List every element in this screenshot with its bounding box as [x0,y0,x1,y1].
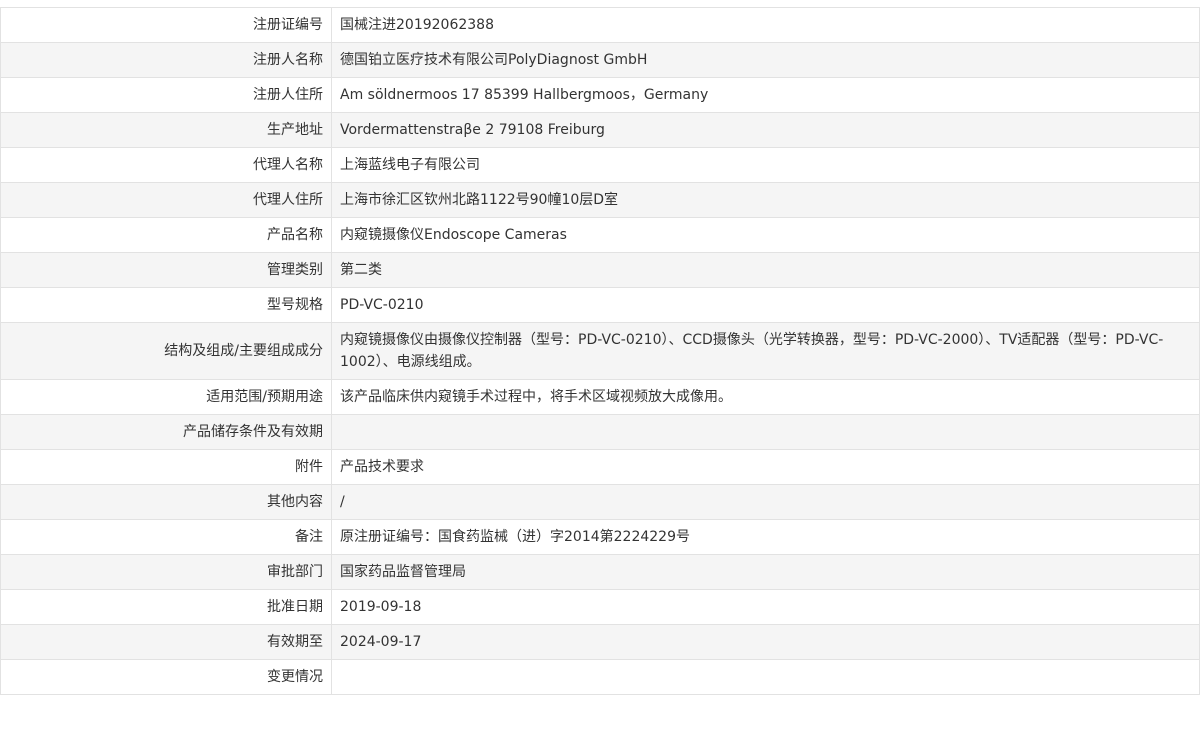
row-value-registrant-name: 德国铂立医疗技术有限公司PolyDiagnost GmbH [331,42,1200,78]
row-label-approval-date: 批准日期 [0,589,332,625]
row-value-structure-composition: 内窥镜摄像仪由摄像仪控制器（型号：PD-VC-0210）、CCD摄像头（光学转换… [331,322,1200,380]
row-label-valid-until: 有效期至 [0,624,332,660]
row-label-registrant-address: 注册人住所 [0,77,332,113]
row-value-approval-date: 2019-09-18 [331,589,1200,625]
row-value-production-address: Vordermattenstraβe 2 79108 Freiburg [331,112,1200,148]
row-value-other-content: / [331,484,1200,520]
table-row: 变更情况 [0,659,1200,695]
table-row: 产品名称 内窥镜摄像仪Endoscope Cameras [0,217,1200,253]
row-label-production-address: 生产地址 [0,112,332,148]
row-label-model-spec: 型号规格 [0,287,332,323]
row-label-registration-number: 注册证编号 [0,7,332,43]
row-value-model-spec: PD-VC-0210 [331,287,1200,323]
row-value-valid-until: 2024-09-17 [331,624,1200,660]
row-label-change-history: 变更情况 [0,659,332,695]
row-label-structure-composition: 结构及组成/主要组成成分 [0,322,332,380]
row-value-product-name: 内窥镜摄像仪Endoscope Cameras [331,217,1200,253]
row-label-product-name: 产品名称 [0,217,332,253]
row-value-agent-address: 上海市徐汇区钦州北路1122号90幢10层D室 [331,182,1200,218]
row-label-agent-address: 代理人住所 [0,182,332,218]
row-label-registrant-name: 注册人名称 [0,42,332,78]
row-label-attachment: 附件 [0,449,332,485]
table-row: 注册人住所 Am söldnermoos 17 85399 Hallbergmo… [0,77,1200,113]
table-row: 代理人名称 上海蓝线电子有限公司 [0,147,1200,183]
table-row: 生产地址 Vordermattenstraβe 2 79108 Freiburg [0,112,1200,148]
row-value-approval-department: 国家药品监督管理局 [331,554,1200,590]
table-row: 附件 产品技术要求 [0,449,1200,485]
row-label-management-class: 管理类别 [0,252,332,288]
table-row: 其他内容 / [0,484,1200,520]
row-label-other-content: 其他内容 [0,484,332,520]
table-row: 适用范围/预期用途 该产品临床供内窥镜手术过程中，将手术区域视频放大成像用。 [0,379,1200,415]
row-value-storage-conditions [331,414,1200,450]
table-row: 产品储存条件及有效期 [0,414,1200,450]
row-value-registrant-address: Am söldnermoos 17 85399 Hallbergmoos，Ger… [331,77,1200,113]
row-value-agent-name: 上海蓝线电子有限公司 [331,147,1200,183]
row-label-remarks: 备注 [0,519,332,555]
row-value-change-history [331,659,1200,695]
table-row: 注册人名称 德国铂立医疗技术有限公司PolyDiagnost GmbH [0,42,1200,78]
row-label-approval-department: 审批部门 [0,554,332,590]
row-value-intended-use: 该产品临床供内窥镜手术过程中，将手术区域视频放大成像用。 [331,379,1200,415]
table-row: 审批部门 国家药品监督管理局 [0,554,1200,590]
row-value-registration-number: 国械注进20192062388 [331,7,1200,43]
row-label-agent-name: 代理人名称 [0,147,332,183]
row-label-storage-conditions: 产品储存条件及有效期 [0,414,332,450]
row-value-remarks: 原注册证编号：国食药监械（进）字2014第2224229号 [331,519,1200,555]
table-row: 管理类别 第二类 [0,252,1200,288]
table-row: 型号规格 PD-VC-0210 [0,287,1200,323]
row-label-intended-use: 适用范围/预期用途 [0,379,332,415]
registration-detail: 注册证编号 国械注进20192062388 注册人名称 德国铂立医疗技术有限公司… [0,7,1200,695]
row-value-management-class: 第二类 [331,252,1200,288]
row-value-attachment: 产品技术要求 [331,449,1200,485]
table-row: 代理人住所 上海市徐汇区钦州北路1122号90幢10层D室 [0,182,1200,218]
table-row: 结构及组成/主要组成成分 内窥镜摄像仪由摄像仪控制器（型号：PD-VC-0210… [0,322,1200,380]
table-row: 批准日期 2019-09-18 [0,589,1200,625]
table-row: 注册证编号 国械注进20192062388 [0,7,1200,43]
table-row: 有效期至 2024-09-17 [0,624,1200,660]
registration-detail-table: 注册证编号 国械注进20192062388 注册人名称 德国铂立医疗技术有限公司… [0,7,1200,695]
table-row: 备注 原注册证编号：国食药监械（进）字2014第2224229号 [0,519,1200,555]
